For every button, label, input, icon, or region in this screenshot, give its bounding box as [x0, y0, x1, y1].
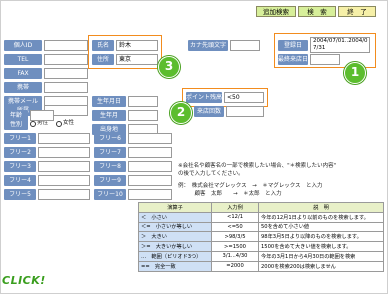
row-example: =2000 — [211, 260, 259, 272]
free-3-field[interactable] — [38, 161, 90, 172]
click-logo: CLICK! — [2, 274, 46, 287]
row-description: 1500を含めて大きい値を検索します。 — [258, 241, 384, 252]
gender-female-label: 女性 — [63, 120, 75, 126]
label-kana: カナ先頭文字 — [188, 40, 228, 51]
row-description: 50を含めて小さい値 — [258, 221, 384, 233]
label-free-9: フリー9 — [94, 175, 126, 186]
note-line-4: 顧客 太郎 → ＊太郎 と入力 — [178, 191, 282, 197]
add-search-button[interactable]: 追加検索 — [256, 6, 296, 17]
free-7-field[interactable] — [128, 147, 172, 158]
birth-date-field[interactable] — [128, 96, 158, 107]
free-8-field[interactable] — [128, 161, 172, 172]
row-example: <12/1 — [211, 211, 259, 223]
kana-field[interactable] — [230, 40, 260, 51]
label-free-1: フリー1 — [4, 133, 36, 144]
search-button[interactable]: 検 索 — [298, 6, 336, 17]
row-description: 2000を検索200は検索しません — [258, 260, 384, 272]
points-highlight — [182, 88, 268, 107]
free-1-field[interactable] — [38, 133, 90, 144]
gender-male-radio[interactable] — [30, 121, 36, 127]
note-line-1: ※会社名や顧客名の一部で検索したい場合、"＊検索したい内容" — [178, 163, 337, 169]
count-field[interactable] — [226, 106, 264, 117]
free-10-field[interactable] — [128, 189, 172, 200]
header-description: 説 明 — [258, 202, 384, 213]
table-row: ＜ 小さい <12/1 今年の12月1日より以前のものを検索します。 — [138, 211, 384, 223]
label-free-2: フリー2 — [4, 147, 36, 158]
label-free-7: フリー7 — [94, 147, 126, 158]
note-line-3: 例： 株式会社マグレックス → ＊マグレックス と入力 — [178, 183, 323, 189]
label-personal-id: 個人ID — [4, 40, 42, 51]
label-free-8: フリー8 — [94, 161, 126, 172]
row-operator: == 完全一致 — [138, 260, 212, 272]
row-description: 今年の3月1日から4月30日の範囲を検索 — [258, 250, 384, 262]
badge-2: 2 — [170, 102, 192, 124]
badge-1: 1 — [344, 62, 366, 84]
header-operator: 演算子 — [138, 202, 212, 213]
label-birth-month: 生年月 — [92, 110, 126, 121]
table-row: ＞= 大きいか等しい >=1500 1500を含めて大きい値を検索します。 — [138, 241, 384, 252]
free-6-field[interactable] — [128, 133, 172, 144]
label-free-3: フリー3 — [4, 161, 36, 172]
row-description: 今年の12月1日より以前のものを検索します。 — [258, 211, 384, 223]
label-fax: FAX — [4, 68, 42, 79]
free-2-field[interactable] — [38, 147, 90, 158]
label-count: 来店回数 — [194, 106, 224, 117]
row-operator: ＜= 小さいか等しい — [138, 221, 212, 233]
label-free-6: フリー6 — [94, 133, 126, 144]
free-5-field[interactable] — [38, 189, 90, 200]
row-operator: ＞ 大きい — [138, 231, 212, 243]
gender-female-radio[interactable] — [56, 121, 62, 127]
row-example: 3/1...4/30 — [211, 250, 259, 262]
label-birth-date: 生年月日 — [92, 96, 126, 107]
row-operator: ＞= 大きいか等しい — [138, 241, 212, 252]
row-example: <=50 — [211, 221, 259, 233]
row-example: >98/3/5 — [211, 231, 259, 243]
table-header-row: 演算子 入力例 説 明 — [138, 202, 384, 213]
fax-field[interactable] — [44, 68, 88, 79]
row-example: >=1500 — [211, 241, 259, 252]
badge-3: 3 — [158, 56, 180, 78]
label-free-10: フリー10 — [94, 189, 126, 200]
table-row: … 範囲（ピリオド3つ） 3/1...4/30 今年の3月1日から4月30日の範… — [138, 250, 384, 262]
table-row: ＞ 大きい >98/3/5 98年3月5日より以降のものを検索します。 — [138, 231, 384, 243]
row-operator: … 範囲（ピリオド3つ） — [138, 250, 212, 262]
row-operator: ＜ 小さい — [138, 211, 212, 223]
table-row: ＜= 小さいか等しい <=50 50を含めて小さい値 — [138, 221, 384, 233]
free-4-field[interactable] — [38, 175, 90, 186]
label-tel: TEL — [4, 54, 42, 65]
note-line-2: の後で入力してください。 — [178, 171, 244, 177]
age-field[interactable] — [30, 110, 54, 121]
mobile-field[interactable] — [44, 82, 88, 93]
header-example: 入力例 — [211, 202, 259, 213]
label-free-4: フリー4 — [4, 175, 36, 186]
label-age: 年齢 — [4, 110, 28, 121]
birth-month-field[interactable] — [128, 110, 158, 121]
label-mobile: 携帯 — [4, 82, 42, 93]
free-9-field[interactable] — [128, 175, 172, 186]
tel-field[interactable] — [44, 54, 88, 65]
personal-id-field[interactable] — [44, 40, 88, 51]
label-free-5: フリー5 — [4, 189, 36, 200]
table-row: == 完全一致 =2000 2000を検索200は検索しません — [138, 260, 384, 272]
row-description: 98年3月5日より以降のものを検索します。 — [258, 231, 384, 243]
name-address-highlight — [88, 35, 162, 69]
end-button[interactable]: 終 了 — [338, 6, 376, 17]
operators-table: 演算子 入力例 説 明 ＜ 小さい <12/1 今年の12月1日より以前のものを… — [138, 202, 384, 272]
